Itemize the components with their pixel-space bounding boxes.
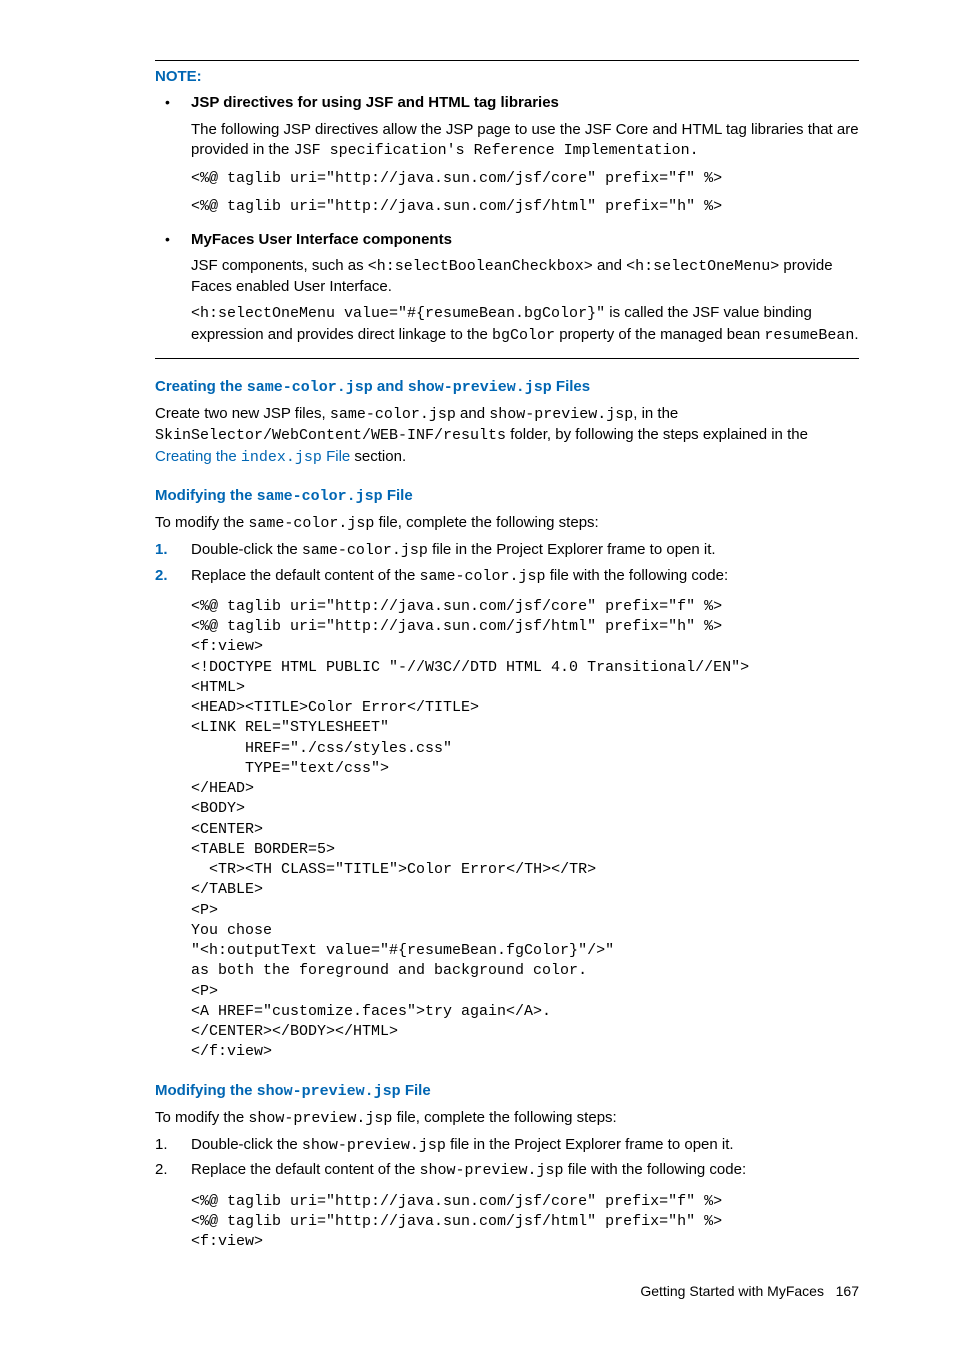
bullet-1-code-1: <%@ taglib uri="http://java.sun.com/jsf/… [191, 169, 859, 189]
steps-same-color: 1. Double-click the same-color.jsp file i… [155, 540, 859, 1062]
text: section. [350, 448, 406, 465]
text: JSF components, such as [191, 257, 368, 274]
mono-text: same-color.jsp [247, 379, 373, 396]
mono-text: show-preview.jsp [248, 1110, 392, 1127]
text: Modifying the [155, 1082, 257, 1099]
footer-text: Getting Started with MyFaces [640, 1283, 824, 1299]
text: To modify the [155, 514, 248, 531]
bullet-1-title: JSP directives for using JSF and HTML ta… [191, 93, 859, 113]
heading-creating-files: Creating the same-color.jsp and show-pre… [155, 377, 859, 398]
mono-text: <h:selectOneMenu> [626, 258, 779, 275]
para-modify-show-preview: To modify the show-preview.jsp file, com… [155, 1108, 859, 1129]
step-2: 2. Replace the default content of the sho… [155, 1160, 859, 1252]
step-number: 2. [155, 566, 179, 586]
mono-text: resumeBean [764, 327, 854, 344]
text: file in the Project Explorer frame to op… [446, 1136, 734, 1153]
note-label: NOTE: [155, 67, 859, 87]
heading-modify-show-preview: Modifying the show-preview.jsp File [155, 1081, 859, 1102]
text: To modify the [155, 1109, 248, 1126]
mono-text: show-preview.jsp [489, 406, 633, 423]
text: file, complete the following steps: [374, 514, 598, 531]
mono-text: same-color.jsp [302, 542, 428, 559]
mono-text: show-preview.jsp [408, 379, 552, 396]
step-number: 2. [155, 1160, 179, 1180]
text: Replace the default content of the [191, 567, 420, 584]
note-list: JSP directives for using JSF and HTML ta… [155, 93, 859, 346]
text: . [854, 326, 858, 343]
mono-text: show-preview.jsp [257, 1083, 401, 1100]
text: Double-click the [191, 1136, 302, 1153]
text: file in the Project Explorer frame to op… [428, 541, 716, 558]
top-rule [155, 60, 859, 61]
step-2: 2. Replace the default content of the sam… [155, 566, 859, 1063]
heading-modify-same-color: Modifying the same-color.jsp File [155, 486, 859, 507]
text: and [373, 378, 408, 395]
text: and [456, 405, 489, 422]
note-bullet-1: JSP directives for using JSF and HTML ta… [155, 93, 859, 217]
para-modify-same-color: To modify the same-color.jsp file, compl… [155, 513, 859, 534]
mono-text: <h:selectBooleanCheckbox> [368, 258, 593, 275]
code-block-same-color: <%@ taglib uri="http://java.sun.com/jsf/… [191, 597, 859, 1063]
bullet-2-para-2: <h:selectOneMenu value="#{resumeBean.bgC… [191, 303, 859, 346]
text: , in the [633, 405, 678, 422]
bullet-1-code-2: <%@ taglib uri="http://java.sun.com/jsf/… [191, 197, 859, 217]
mono-text: same-color.jsp [248, 515, 374, 532]
text: property of the managed bean [555, 326, 764, 343]
mono-text: index.jsp [241, 449, 322, 466]
mono-text: same-color.jsp [420, 568, 546, 585]
step-number: 1. [155, 1135, 179, 1155]
text: File [401, 1082, 431, 1099]
bullet-2-para-1: JSF components, such as <h:selectBoolean… [191, 256, 859, 298]
note-bullet-2: MyFaces User Interface components JSF co… [155, 230, 859, 346]
step-number: 1. [155, 540, 179, 560]
mono-text: show-preview.jsp [302, 1137, 446, 1154]
text: file with the following code: [564, 1161, 747, 1178]
text: Double-click the [191, 541, 302, 558]
mono-text: show-preview.jsp [420, 1162, 564, 1179]
text: Modifying the [155, 487, 257, 504]
mono-text: <h:selectOneMenu value="#{resumeBean.bgC… [191, 305, 605, 322]
text: Creating the [155, 448, 241, 465]
step-1: 1. Double-click the same-color.jsp file i… [155, 540, 859, 561]
mono-text: bgColor [492, 327, 555, 344]
bullet-1-para: The following JSP directives allow the J… [191, 120, 859, 162]
text: Files [552, 378, 590, 395]
link-creating-index[interactable]: Creating the index.jsp File [155, 448, 350, 465]
mono-text: SkinSelector/WebContent/WEB-INF/results [155, 427, 506, 444]
para-creating-files: Create two new JSP files, same-color.jsp… [155, 404, 859, 468]
text: File [383, 487, 413, 504]
bullet-2-title: MyFaces User Interface components [191, 230, 859, 250]
steps-show-preview: 1. Double-click the show-preview.jsp file… [155, 1135, 859, 1252]
mono-text: JSF specification's Reference Implementa… [294, 142, 699, 159]
text: File [322, 448, 350, 465]
text: file, complete the following steps: [392, 1109, 616, 1126]
bottom-rule [155, 358, 859, 359]
page-footer: Getting Started with MyFaces 167 [155, 1282, 859, 1301]
footer-page-number: 167 [836, 1283, 859, 1299]
mono-text: same-color.jsp [330, 406, 456, 423]
text: Replace the default content of the [191, 1161, 420, 1178]
text: Creating the [155, 378, 247, 395]
code-block-show-preview: <%@ taglib uri="http://java.sun.com/jsf/… [191, 1192, 859, 1253]
text: Create two new JSP files, [155, 405, 330, 422]
text: folder, by following the steps explained… [506, 426, 808, 443]
step-1: 1. Double-click the show-preview.jsp file… [155, 1135, 859, 1156]
text: and [593, 257, 626, 274]
text: file with the following code: [546, 567, 729, 584]
mono-text: same-color.jsp [257, 488, 383, 505]
